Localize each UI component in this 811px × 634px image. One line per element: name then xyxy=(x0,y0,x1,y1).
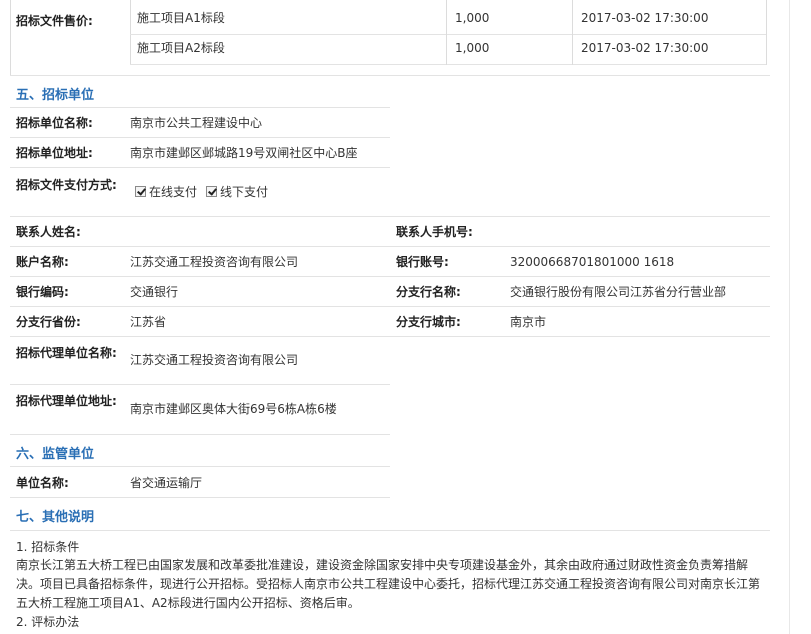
sale-row2-time: 2017-03-02 17:30:00 xyxy=(581,41,709,55)
sale-label: 招标文件售价: xyxy=(16,14,93,28)
sale-table-bottom xyxy=(130,64,766,65)
section7-title: 七、其他说明 xyxy=(16,510,95,525)
sale-row2-price: 1,000 xyxy=(455,41,490,55)
divider xyxy=(10,530,770,531)
supervisor-unit-value: 省交通运输厅 xyxy=(130,476,203,490)
divider xyxy=(10,384,390,385)
divider xyxy=(10,497,390,498)
divider xyxy=(10,107,390,108)
section6-title: 六、监管单位 xyxy=(16,447,95,462)
branch-name-value: 交通银行股份有限公司江苏省分行营业部 xyxy=(510,285,727,299)
branch-province-label: 分支行省份: xyxy=(16,315,81,329)
divider xyxy=(10,216,770,217)
sale-row1-time: 2017-03-02 17:30:00 xyxy=(581,11,709,25)
sale-left-border xyxy=(10,0,11,75)
bank-account-value: 32000668701801000 1618 xyxy=(510,255,675,269)
sale-row1-price: 1,000 xyxy=(455,11,490,25)
sale-col-divider-1 xyxy=(446,0,447,65)
account-name-value: 江苏交通工程投资咨询有限公司 xyxy=(130,255,299,269)
branch-city-value: 南京市 xyxy=(510,315,547,329)
divider xyxy=(10,276,770,277)
agent-name-value: 江苏交通工程投资咨询有限公司 xyxy=(130,353,299,367)
divider xyxy=(10,75,770,76)
item2-title: 2. 评标办法 xyxy=(16,615,80,629)
pay-option-online[interactable]: 在线支付 xyxy=(135,184,197,201)
bank-account-label: 银行账号: xyxy=(396,255,449,269)
sale-col-divider-2 xyxy=(572,0,573,65)
account-name-label: 账户名称: xyxy=(16,255,69,269)
divider xyxy=(10,246,770,247)
pay-option-online-label: 在线支付 xyxy=(149,185,198,199)
sale-table-left-border xyxy=(130,0,131,65)
unit-name-label: 招标单位名称: xyxy=(16,116,93,130)
divider xyxy=(10,306,770,307)
agent-name-label: 招标代理单位名称: xyxy=(16,346,117,360)
divider xyxy=(10,336,770,337)
divider xyxy=(10,137,390,138)
sale-row2-name: 施工项目A2标段 xyxy=(137,41,225,55)
agent-addr-label: 招标代理单位地址: xyxy=(16,394,117,408)
sale-table-right-border xyxy=(766,0,767,65)
unit-name-value: 南京市公共工程建设中心 xyxy=(130,116,263,130)
item1-title: 1. 招标条件 xyxy=(16,540,80,554)
checkbox-checked-icon[interactable] xyxy=(206,186,217,197)
unit-addr-label: 招标单位地址: xyxy=(16,146,93,160)
supervisor-unit-label: 单位名称: xyxy=(16,476,69,490)
checkbox-checked-icon[interactable] xyxy=(135,186,146,197)
pay-option-offline-label: 线下支付 xyxy=(220,185,269,199)
bank-code-value: 交通银行 xyxy=(130,285,179,299)
divider xyxy=(10,167,390,168)
branch-city-label: 分支行城市: xyxy=(396,315,461,329)
item1-text: 南京长江第五大桥工程已由国家发展和改革委批准建设，建设资金除国家安排中央专项建设… xyxy=(16,558,761,610)
section5-title: 五、招标单位 xyxy=(16,88,95,103)
contact-mobile-label: 联系人手机号: xyxy=(396,225,473,239)
sale-row-divider xyxy=(130,34,766,35)
agent-addr-value: 南京市建邺区奥体大街69号6栋A栋6楼 xyxy=(130,402,337,416)
bank-code-label: 银行编码: xyxy=(16,285,69,299)
branch-name-label: 分支行名称: xyxy=(396,285,461,299)
divider xyxy=(10,434,390,435)
contact-name-label: 联系人姓名: xyxy=(16,225,81,239)
pay-method-label: 招标文件支付方式: xyxy=(16,178,117,192)
pay-option-offline[interactable]: 线下支付 xyxy=(206,184,268,201)
sale-row1-name: 施工项目A1标段 xyxy=(137,11,225,25)
branch-province-value: 江苏省 xyxy=(130,315,167,329)
page-right-edge xyxy=(789,0,811,634)
divider xyxy=(10,466,390,467)
unit-addr-value: 南京市建邺区邺城路19号双闸社区中心B座 xyxy=(130,146,358,160)
